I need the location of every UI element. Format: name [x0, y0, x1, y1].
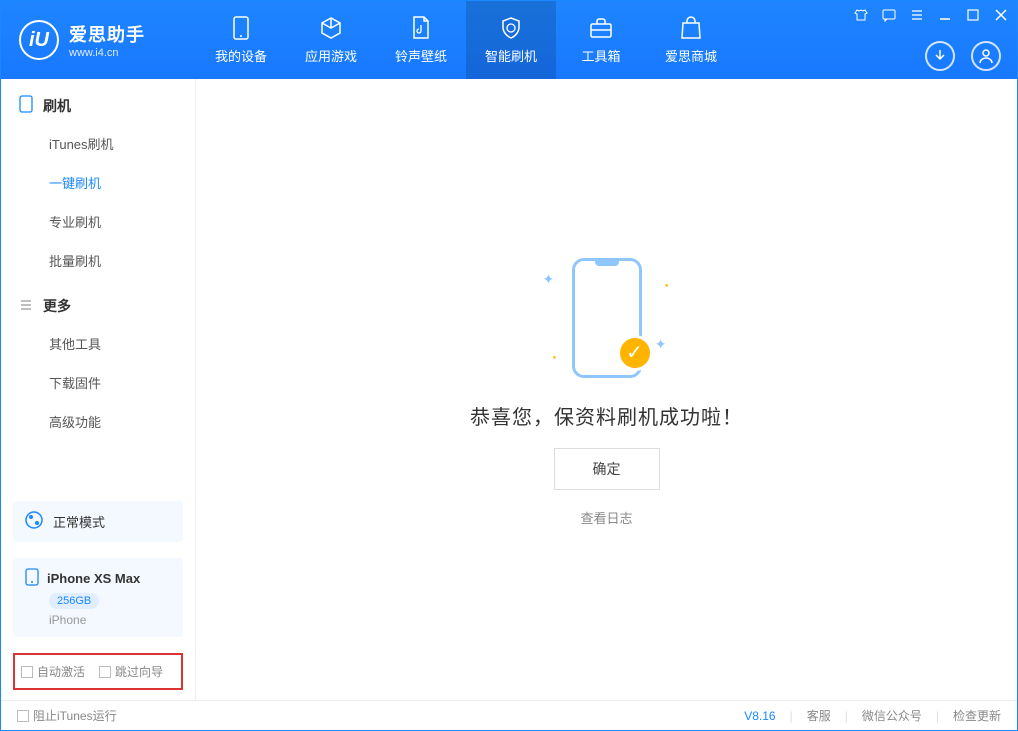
- sidebar-item-batch-flash[interactable]: 批量刷机: [1, 241, 195, 280]
- maximize-icon[interactable]: [965, 7, 981, 23]
- checkbox-label: 跳过向导: [115, 663, 163, 680]
- version-label: V8.16: [744, 709, 775, 723]
- phone-notch: [595, 261, 619, 266]
- nav-my-device[interactable]: 我的设备: [196, 1, 286, 79]
- view-log-link[interactable]: 查看日志: [580, 508, 632, 527]
- nav-label: 我的设备: [215, 46, 267, 65]
- footer-link-wechat[interactable]: 微信公众号: [862, 707, 922, 724]
- footer-link-update[interactable]: 检查更新: [953, 707, 1001, 724]
- device-phone-icon: [25, 568, 39, 589]
- app-title: 爱思助手: [69, 21, 145, 47]
- user-icon[interactable]: [971, 41, 1001, 71]
- nav-store[interactable]: 爱思商城: [646, 1, 736, 79]
- shirt-icon[interactable]: [853, 7, 869, 23]
- checkbox-skip-guide[interactable]: 跳过向导: [99, 663, 163, 680]
- body-area: 刷机 iTunes刷机 一键刷机 专业刷机 批量刷机 更多 其他工具 下载固件 …: [1, 79, 1017, 700]
- checkbox-icon: [21, 666, 33, 678]
- shield-sync-icon: [499, 16, 523, 40]
- logo-icon: iU: [19, 20, 59, 60]
- checkbox-icon: [99, 666, 111, 678]
- device-storage: 256GB: [49, 593, 99, 609]
- sidebar: 刷机 iTunes刷机 一键刷机 专业刷机 批量刷机 更多 其他工具 下载固件 …: [1, 79, 196, 700]
- footer: 阻止iTunes运行 V8.16 | 客服 | 微信公众号 | 检查更新: [1, 700, 1017, 730]
- check-badge-icon: ✓: [617, 335, 653, 371]
- sidebar-section-more: 更多: [1, 280, 195, 324]
- main-content: ✦ ● ● ✦ ✓ 恭喜您，保资料刷机成功啦！ 确定 查看日志: [196, 79, 1017, 700]
- mode-label: 正常模式: [53, 512, 105, 531]
- nav-label: 应用游戏: [305, 46, 357, 65]
- checkbox-block-itunes[interactable]: 阻止iTunes运行: [17, 707, 117, 724]
- menu-icon[interactable]: [909, 7, 925, 23]
- toolbox-icon: [589, 16, 613, 40]
- music-file-icon: [409, 16, 433, 40]
- sidebar-item-oneclick-flash[interactable]: 一键刷机: [1, 163, 195, 202]
- app-header: iU 爱思助手 www.i4.cn 我的设备 应用游戏 铃声壁纸 智能刷机 工具…: [1, 1, 1017, 79]
- app-subtitle: www.i4.cn: [69, 47, 145, 59]
- bag-icon: [679, 16, 703, 40]
- sparkle-icon: ✦: [543, 271, 555, 288]
- sparkle-icon: ●: [553, 355, 557, 361]
- sparkle-icon: ●: [665, 283, 669, 289]
- nav-label: 工具箱: [581, 46, 620, 65]
- sidebar-item-advanced[interactable]: 高级功能: [1, 402, 195, 441]
- sidebar-item-itunes-flash[interactable]: iTunes刷机: [1, 124, 195, 163]
- logo-area: iU 爱思助手 www.i4.cn: [1, 20, 196, 60]
- header-actions: [925, 41, 1001, 71]
- mode-card[interactable]: 正常模式: [13, 501, 183, 542]
- separator: |: [936, 709, 939, 723]
- device-name-row: iPhone XS Max: [25, 568, 140, 589]
- nav-tabs: 我的设备 应用游戏 铃声壁纸 智能刷机 工具箱 爱思商城: [196, 1, 736, 79]
- cube-icon: [319, 16, 343, 40]
- nav-toolbox[interactable]: 工具箱: [556, 1, 646, 79]
- sidebar-section-flash: 刷机: [1, 79, 195, 124]
- nav-ringtone-wallpaper[interactable]: 铃声壁纸: [376, 1, 466, 79]
- nav-apps-games[interactable]: 应用游戏: [286, 1, 376, 79]
- sidebar-item-download-firmware[interactable]: 下载固件: [1, 363, 195, 402]
- phone-icon: [229, 16, 253, 40]
- device-name: iPhone XS Max: [47, 571, 140, 586]
- feedback-icon[interactable]: [881, 7, 897, 23]
- sidebar-item-pro-flash[interactable]: 专业刷机: [1, 202, 195, 241]
- section-title: 更多: [43, 296, 71, 316]
- confirm-button[interactable]: 确定: [554, 448, 660, 490]
- mode-icon: [25, 511, 43, 532]
- device-type: iPhone: [49, 613, 86, 627]
- footer-right: V8.16 | 客服 | 微信公众号 | 检查更新: [744, 707, 1001, 724]
- download-icon[interactable]: [925, 41, 955, 71]
- footer-left: 阻止iTunes运行: [17, 707, 117, 724]
- checkbox-icon: [17, 710, 29, 722]
- footer-link-service[interactable]: 客服: [807, 707, 831, 724]
- checkbox-auto-activate[interactable]: 自动激活: [21, 663, 85, 680]
- list-icon: [19, 298, 33, 315]
- nav-label: 智能刷机: [485, 46, 537, 65]
- checkbox-label: 自动激活: [37, 663, 85, 680]
- section-title: 刷机: [43, 96, 71, 116]
- checkbox-row: 自动激活 跳过向导: [13, 653, 183, 690]
- close-icon[interactable]: [993, 7, 1009, 23]
- success-message: 恭喜您，保资料刷机成功啦！: [470, 401, 743, 430]
- nav-label: 铃声壁纸: [395, 46, 447, 65]
- nav-label: 爱思商城: [665, 46, 717, 65]
- device-card[interactable]: iPhone XS Max 256GB iPhone: [13, 558, 183, 637]
- success-illustration: ✦ ● ● ✦ ✓: [517, 253, 697, 383]
- minimize-icon[interactable]: [937, 7, 953, 23]
- separator: |: [790, 709, 793, 723]
- nav-smart-flash[interactable]: 智能刷机: [466, 1, 556, 79]
- device-icon: [19, 95, 33, 116]
- logo-text: 爱思助手 www.i4.cn: [69, 21, 145, 59]
- sparkle-icon: ✦: [655, 336, 667, 353]
- separator: |: [845, 709, 848, 723]
- window-controls: [853, 7, 1009, 23]
- checkbox-label: 阻止iTunes运行: [33, 707, 117, 724]
- sidebar-item-other-tools[interactable]: 其他工具: [1, 324, 195, 363]
